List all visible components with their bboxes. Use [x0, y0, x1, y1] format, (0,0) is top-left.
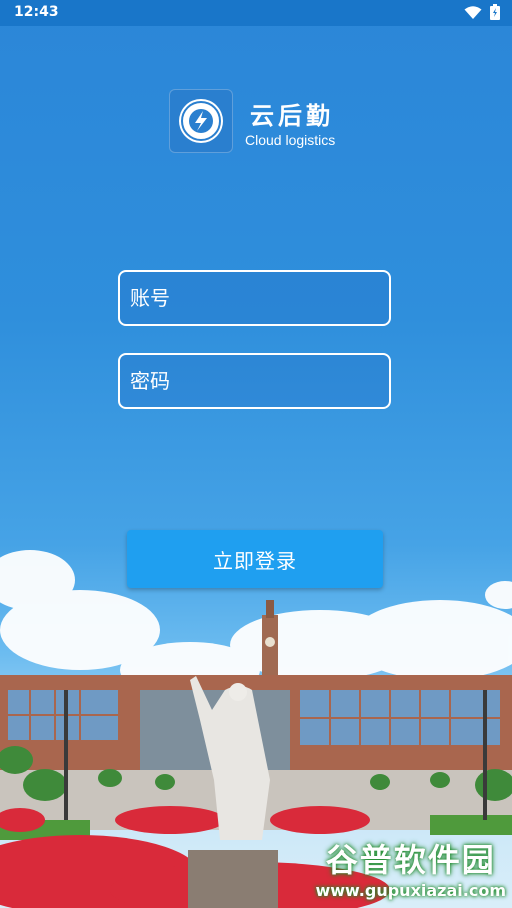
wifi-icon	[464, 5, 482, 24]
password-field[interactable]	[118, 353, 391, 409]
account-input[interactable]	[120, 285, 389, 311]
status-time: 12:43	[14, 4, 59, 20]
status-icons	[464, 4, 500, 24]
status-bar: 12:43	[0, 0, 512, 26]
watermark-title: 谷普软件园	[325, 841, 496, 879]
app-name: 云后勤	[250, 101, 334, 130]
app-logo	[169, 89, 233, 153]
password-input[interactable]	[120, 368, 389, 394]
app-subtitle: Cloud logistics	[245, 132, 336, 148]
login-button[interactable]: 立即登录	[127, 530, 383, 588]
account-field[interactable]	[118, 270, 391, 326]
watermark-url: www.gupuxiazai.com	[315, 881, 506, 900]
watermark: 谷普软件园 www.gupuxiazai.com	[315, 835, 506, 900]
battery-icon	[490, 4, 500, 24]
school-emblem-icon	[179, 99, 223, 143]
